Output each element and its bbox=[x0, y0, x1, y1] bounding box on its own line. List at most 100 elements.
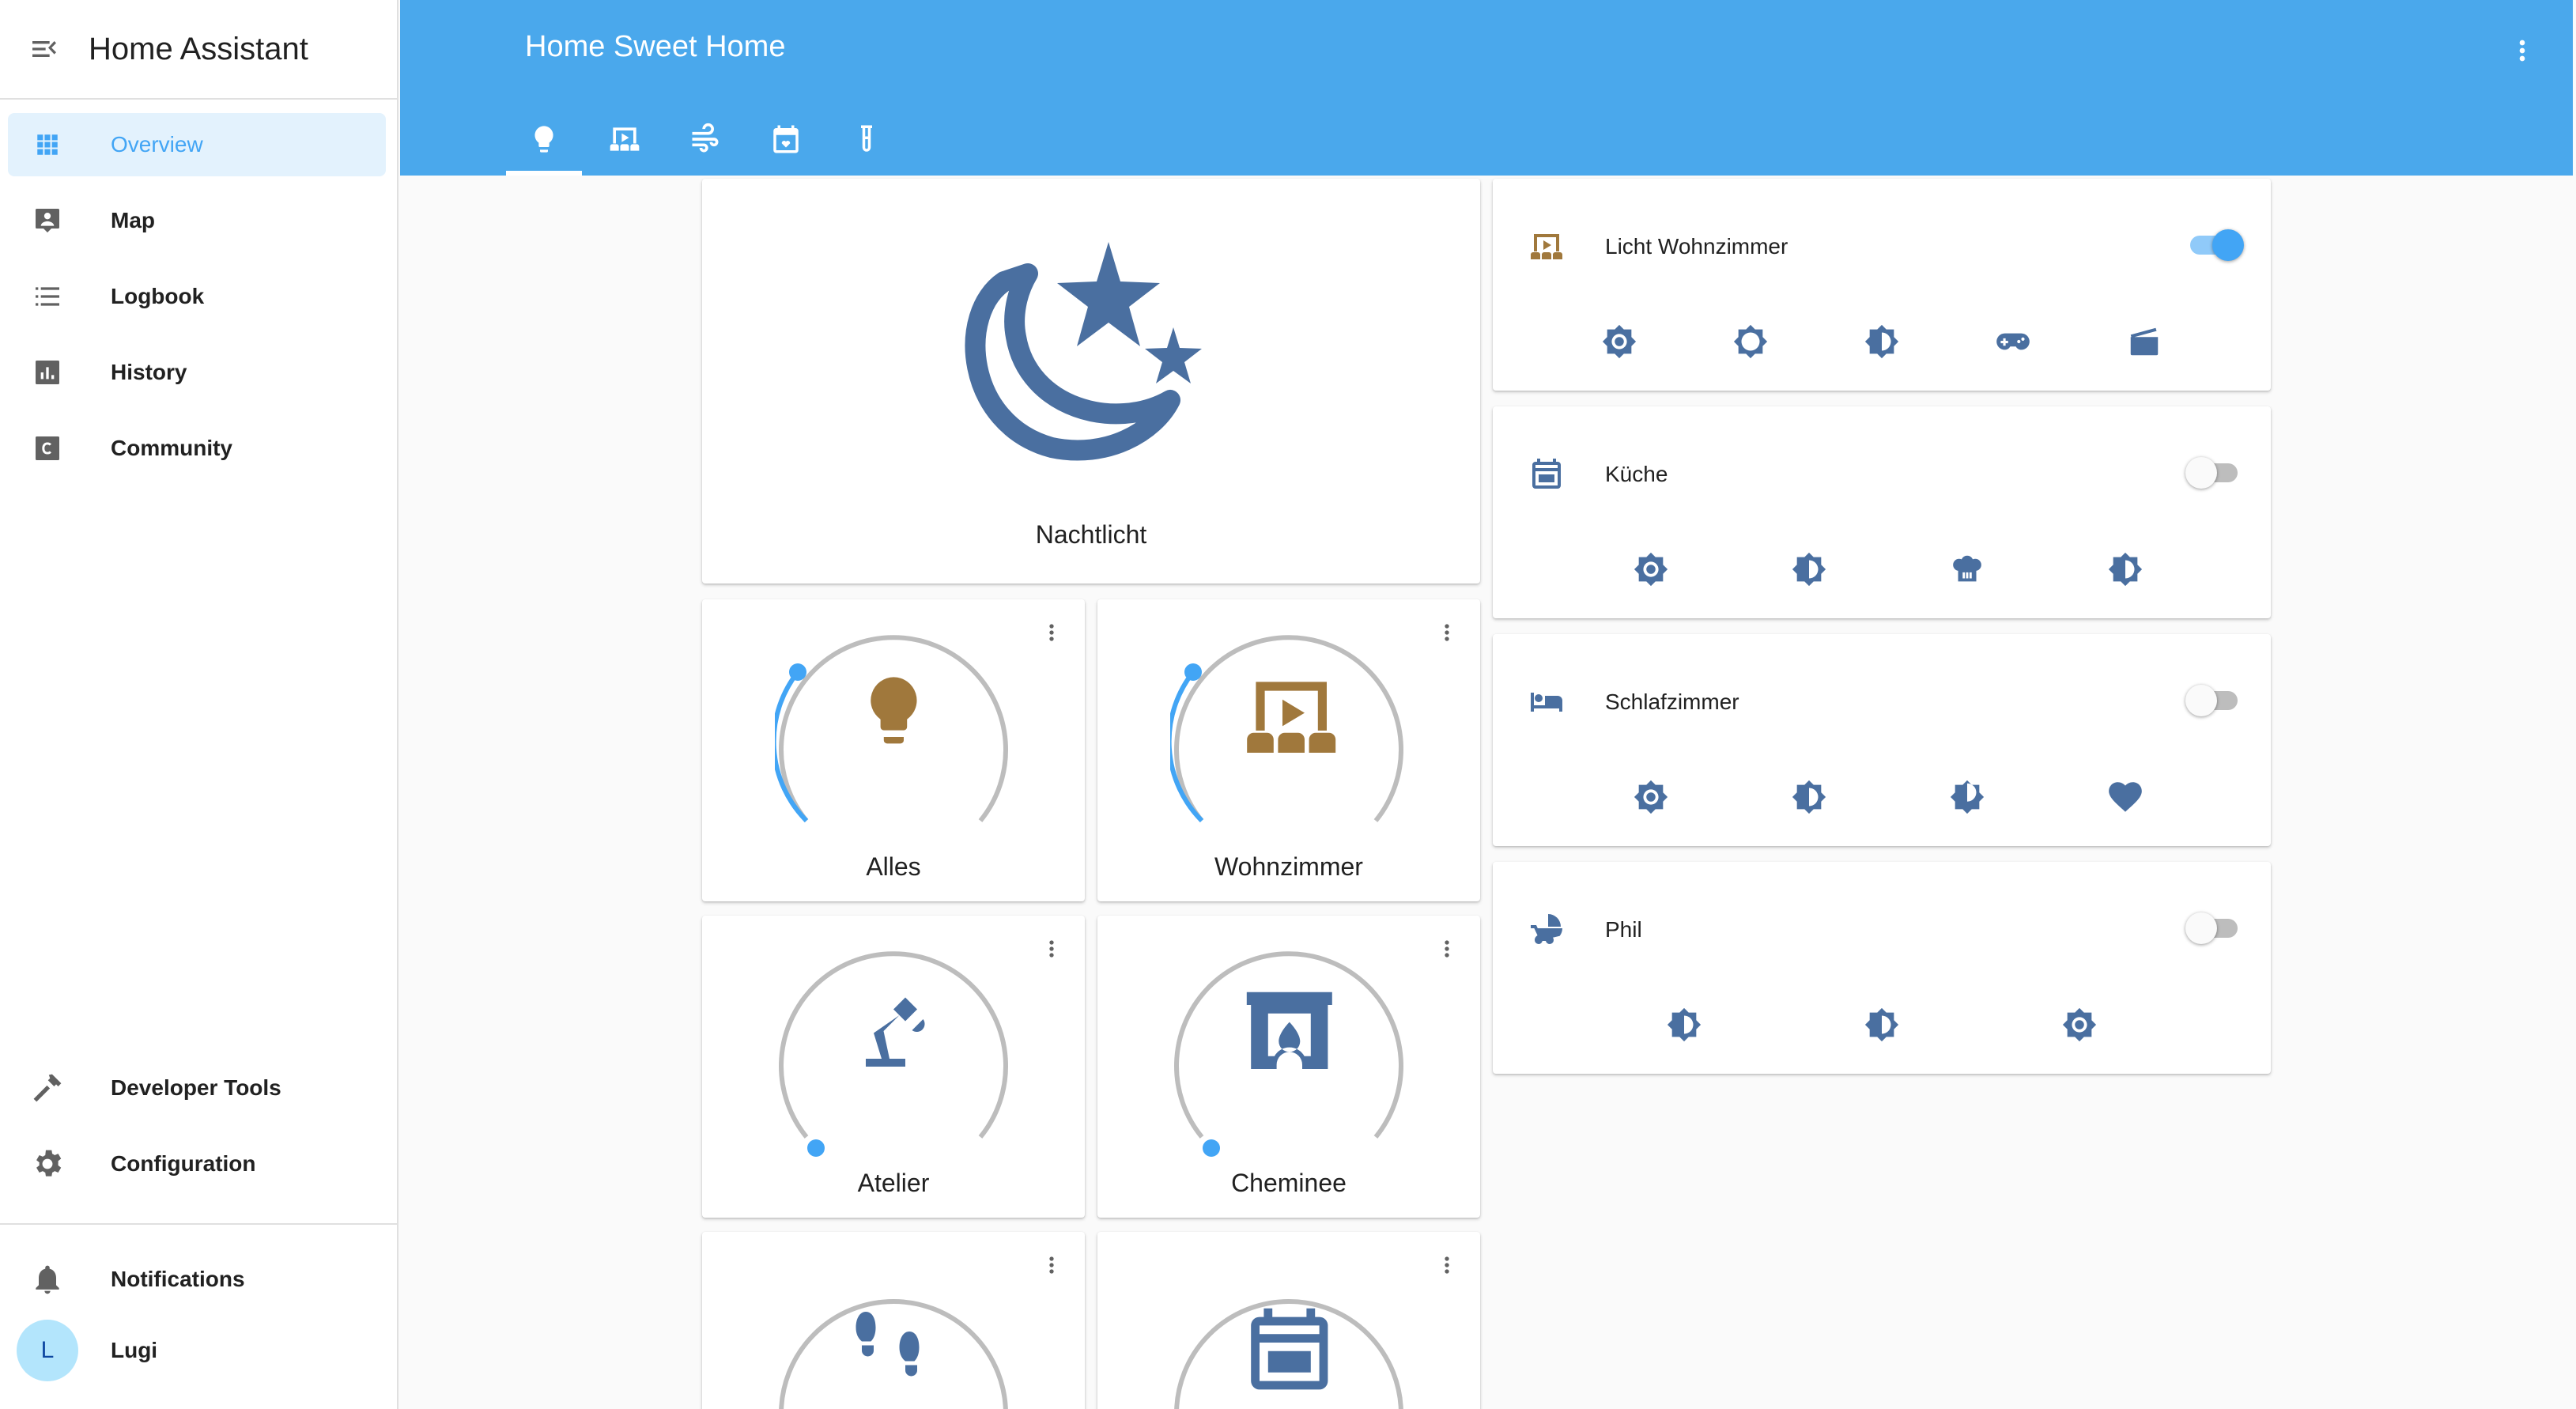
gamepad-icon bbox=[1996, 333, 2030, 350]
light-card-wohnzimmer[interactable]: Wohnzimmer bbox=[1097, 599, 1480, 901]
slider-handle bbox=[1184, 663, 1202, 681]
room-name: Phil bbox=[1605, 917, 1642, 942]
light-card-cheminee[interactable]: Cheminee bbox=[1097, 916, 1480, 1218]
scene-button[interactable] bbox=[2056, 1001, 2103, 1048]
more-info-button[interactable] bbox=[1039, 933, 1064, 969]
sidebar-item-label: Configuration bbox=[111, 1151, 256, 1176]
room-name: Schlafzimmer bbox=[1605, 689, 1739, 714]
sidebar-item-overview[interactable]: Overview bbox=[8, 113, 386, 176]
card-label: Wohnzimmer bbox=[1214, 852, 1363, 881]
brightness-half-icon bbox=[1667, 1007, 1702, 1042]
scene-button[interactable] bbox=[2102, 773, 2149, 821]
more-vertical-icon bbox=[2519, 40, 2525, 62]
sidebar-item-map[interactable]: Map bbox=[8, 189, 386, 252]
chart-icon bbox=[36, 361, 59, 384]
scene-button[interactable] bbox=[1785, 773, 1833, 821]
grid-icon bbox=[37, 134, 58, 155]
brightness-half-icon bbox=[2108, 552, 2143, 587]
scene-button[interactable] bbox=[1660, 1001, 1708, 1048]
room-toggle[interactable] bbox=[2185, 911, 2241, 944]
more-info-button[interactable] bbox=[1039, 617, 1064, 652]
scene-button[interactable] bbox=[1858, 318, 1906, 365]
scene-button[interactable] bbox=[2121, 318, 2168, 365]
brightness-half-icon bbox=[1950, 780, 1985, 814]
room-name: Küche bbox=[1605, 462, 1668, 486]
scene-button[interactable] bbox=[1627, 546, 1675, 593]
more-vertical-icon bbox=[1049, 1256, 1054, 1274]
map-icon bbox=[36, 209, 59, 232]
scene-button[interactable] bbox=[1943, 546, 1991, 593]
scene-card-nachtlicht[interactable]: Nachtlicht bbox=[702, 179, 1480, 584]
card-label: Nachtlicht bbox=[1035, 520, 1147, 549]
header-more-button[interactable] bbox=[2506, 35, 2538, 70]
scene-button[interactable] bbox=[1989, 318, 2037, 365]
sidebar-item-label: Developer Tools bbox=[111, 1075, 281, 1100]
card-label: Atelier bbox=[857, 1169, 930, 1197]
more-info-button[interactable] bbox=[1434, 1249, 1460, 1285]
card-label: Cheminee bbox=[1231, 1169, 1347, 1197]
more-info-button[interactable] bbox=[1039, 1249, 1064, 1285]
brightness-slider[interactable] bbox=[1170, 939, 1407, 1169]
more-vertical-icon bbox=[1049, 940, 1054, 958]
tab-calendar[interactable] bbox=[748, 108, 824, 171]
brightness-half-icon bbox=[1864, 324, 1899, 359]
more-vertical-icon bbox=[1049, 624, 1054, 641]
scene-button[interactable] bbox=[1727, 318, 1774, 365]
scene-button[interactable] bbox=[1858, 1001, 1906, 1048]
fireplace-icon bbox=[1246, 992, 1332, 1069]
tab-climate[interactable] bbox=[667, 108, 743, 171]
room-card-kueche: Küche bbox=[1493, 406, 2271, 618]
brightness-slider[interactable] bbox=[775, 623, 1012, 852]
movie-icon bbox=[2130, 327, 2159, 356]
brightness-icon bbox=[1634, 552, 1668, 587]
scene-button[interactable] bbox=[1596, 318, 1643, 365]
bell-icon bbox=[36, 1265, 59, 1294]
tab-lights[interactable] bbox=[506, 108, 582, 176]
light-card-atelier[interactable]: Atelier bbox=[702, 916, 1085, 1218]
brightness-slider[interactable] bbox=[1170, 623, 1407, 852]
brightness-slider[interactable] bbox=[1170, 1256, 1407, 1409]
slider-handle bbox=[789, 663, 806, 681]
sidebar-item-label: Notifications bbox=[111, 1267, 245, 1291]
sidebar-divider bbox=[0, 1223, 397, 1225]
sidebar-item-label: Community bbox=[111, 436, 232, 460]
tab-theater[interactable] bbox=[587, 108, 663, 171]
room-card-phil: Phil bbox=[1493, 862, 2271, 1074]
more-vertical-icon bbox=[1445, 1256, 1449, 1274]
sidebar-item-history[interactable]: History bbox=[8, 341, 386, 404]
sidebar-item-notifications[interactable]: Notifications bbox=[8, 1248, 386, 1311]
hammer-icon bbox=[33, 1074, 62, 1102]
more-info-button[interactable] bbox=[1434, 617, 1460, 652]
room-toggle[interactable] bbox=[2185, 683, 2241, 716]
gear-icon bbox=[36, 1150, 62, 1177]
sidebar-item-logbook[interactable]: Logbook bbox=[8, 265, 386, 328]
light-card-stove[interactable] bbox=[1097, 1232, 1480, 1409]
sidebar-item-developer-tools[interactable]: Developer Tools bbox=[8, 1056, 386, 1120]
scene-button[interactable] bbox=[1943, 773, 1991, 821]
avatar: L bbox=[17, 1320, 78, 1381]
scene-button[interactable] bbox=[1785, 546, 1833, 593]
community-icon bbox=[36, 436, 59, 460]
app-title: Home Assistant bbox=[89, 31, 308, 66]
scene-button[interactable] bbox=[1627, 773, 1675, 821]
more-info-button[interactable] bbox=[1434, 933, 1460, 969]
room-card-licht-wohnzimmer: Licht Wohnzimmer bbox=[1493, 179, 2271, 391]
light-card-alles[interactable]: Alles bbox=[702, 599, 1085, 901]
sidebar-item-user[interactable]: L Lugi bbox=[8, 1319, 386, 1382]
room-card-schlafzimmer: Schlafzimmer bbox=[1493, 634, 2271, 846]
light-card-steps[interactable] bbox=[702, 1232, 1085, 1409]
brightness-slider[interactable] bbox=[775, 939, 1012, 1169]
sidebar-item-community[interactable]: Community bbox=[8, 417, 386, 480]
list-icon bbox=[36, 287, 59, 306]
app-header: Home Sweet Home bbox=[400, 0, 2573, 176]
menu-toggle-button[interactable] bbox=[0, 0, 89, 99]
desk-lamp-icon bbox=[866, 997, 925, 1067]
scene-button[interactable] bbox=[2102, 546, 2149, 593]
room-toggle[interactable] bbox=[2185, 228, 2244, 261]
brightness-slider[interactable] bbox=[775, 1256, 1012, 1409]
room-toggle[interactable] bbox=[2185, 455, 2241, 489]
moon-stars-icon bbox=[965, 242, 1202, 461]
sidebar-item-configuration[interactable]: Configuration bbox=[8, 1132, 386, 1196]
tab-lab[interactable] bbox=[829, 108, 905, 171]
sidebar-item-label: Map bbox=[111, 208, 155, 232]
